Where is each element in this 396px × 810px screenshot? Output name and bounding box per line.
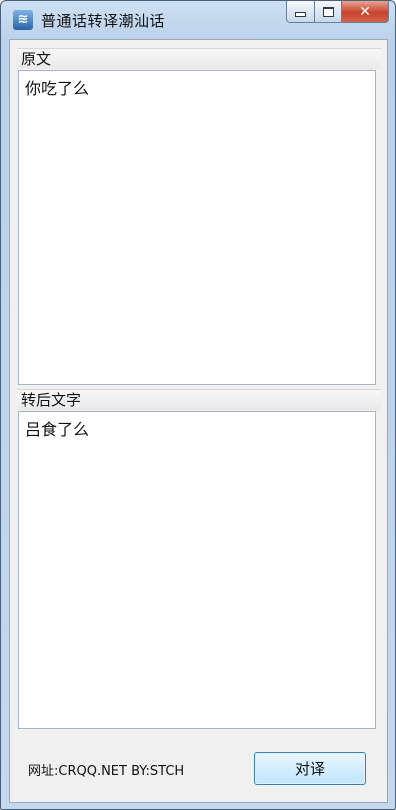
minimize-button[interactable] [286,1,315,23]
translate-button[interactable]: 对译 [254,752,366,785]
source-textbox[interactable]: 你吃了么 [18,70,376,385]
maximize-icon [322,6,334,17]
minimize-icon [295,12,306,17]
result-header: 转后文字 [18,389,381,410]
window-title: 普通话转译潮汕话 [41,12,166,30]
title-bar[interactable]: ≋ 普通话转译潮汕话 ✕ [1,1,395,39]
client-area: 原文 你吃了么 转后文字 吕食了么 网址:CRQQ.NET BY:STCH 对译 [9,39,388,803]
source-text: 你吃了么 [25,79,90,98]
source-header: 原文 [18,48,381,69]
app-window: ≋ 普通话转译潮汕话 ✕ 原文 你吃了么 转后文字 吕食了么 网址:CRQQ.N… [0,0,396,810]
caption-buttons: ✕ [286,1,389,23]
maximize-button[interactable] [315,1,342,23]
result-textbox[interactable]: 吕食了么 [18,411,376,729]
website-label: 网址:CRQQ.NET BY:STCH [28,764,185,779]
app-icon[interactable]: ≋ [13,10,33,30]
result-text: 吕食了么 [25,420,90,439]
close-button[interactable]: ✕ [342,1,389,23]
close-icon: ✕ [359,3,371,20]
